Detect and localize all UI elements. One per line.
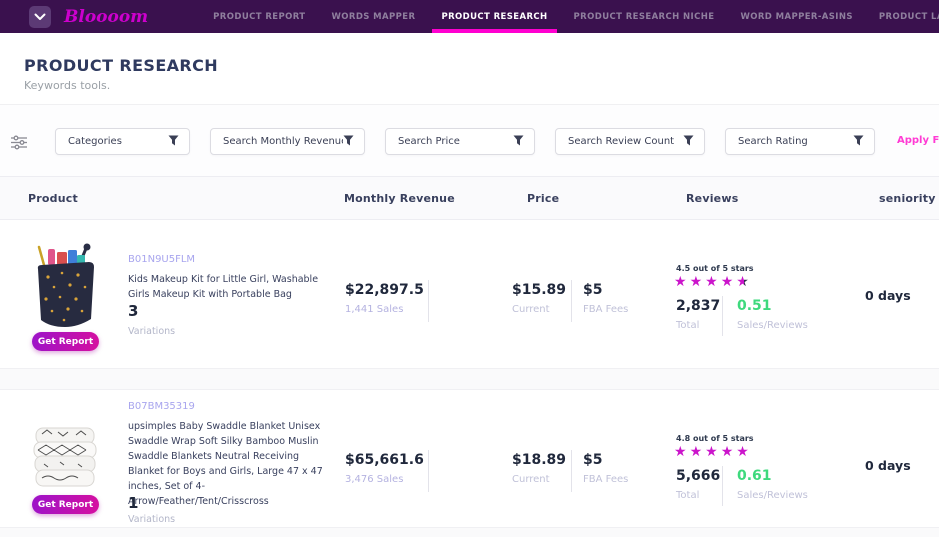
product-title: upsimples Baby Swaddle Blanket Unisex Sw… [128,419,335,509]
reviews-total-label: Total [676,490,699,501]
variations-count: 1 [128,494,138,512]
price-filter-label: Search Price [398,136,460,147]
current-price-value: $15.89 [512,282,566,298]
asin-link[interactable]: B07BM35319 [128,401,195,412]
get-report-button[interactable]: Get Report [32,495,99,514]
sales-reviews-value: 0.61 [737,468,772,484]
reviews-total-value: 5,666 [676,468,720,484]
sliders-icon[interactable] [11,135,27,154]
product-title: Kids Makeup Kit for Little Girl, Washabl… [128,272,335,302]
monthly-revenue-value: $22,897.5 [345,282,424,298]
reviews-total-value: 2,837 [676,298,720,314]
column-header-monthly-revenue: Monthly Revenue [344,192,455,205]
divider [722,296,723,336]
star-rating: ★★★★★ [674,444,752,460]
star-icon: ★ [721,444,737,460]
review-count-filter-label: Search Review Count [568,136,674,147]
current-price-label: Current [512,304,550,315]
divider [571,450,572,492]
seniority-value: 0 days [865,458,911,473]
funnel-icon [683,135,694,149]
star-icon: ★ [705,444,721,460]
product-image-makeup-kit [30,243,100,333]
apply-filter-link[interactable]: Apply Filter [897,135,939,146]
star-icon: ★ [674,274,690,290]
divider [428,450,429,492]
categories-filter-dropdown[interactable]: Categories [55,128,190,155]
variations-count: 3 [128,302,138,320]
variations-label: Variations [128,326,175,337]
categories-filter-label: Categories [68,136,122,147]
star-rating: ★★★★★ [674,274,752,290]
price-filter-dropdown[interactable]: Search Price [385,128,535,155]
top-nav: Bloooom PRODUCT REPORT WORDS MAPPER PROD… [0,0,939,33]
divider [571,280,572,322]
column-header-product: Product [28,192,78,205]
nav-item-word-mapper-asins[interactable]: WORD MAPPER-ASINS [727,0,865,33]
app-window: Bloooom PRODUCT REPORT WORDS MAPPER PROD… [0,0,939,537]
page-title: PRODUCT RESEARCH [24,56,218,75]
sales-reviews-label: Sales/Reviews [737,320,808,331]
review-count-filter-dropdown[interactable]: Search Review Count [555,128,705,155]
fba-fees-label: FBA Fees [583,304,628,315]
star-icon: ★ [736,444,752,460]
table-header: Product Monthly Revenue Price Reviews se… [0,176,939,220]
column-header-seniority: seniority [879,192,936,205]
nav-item-product-research[interactable]: PRODUCT RESEARCH [428,0,560,33]
funnel-icon [343,135,354,149]
funnel-icon [168,135,179,149]
page-subtitle: Keywords tools. [24,79,110,92]
reviews-total-label: Total [676,320,699,331]
star-icon: ★ [736,274,752,290]
monthly-revenue-filter-label: Search Monthly Revenue [223,136,343,147]
bottom-separator [0,527,939,537]
row-separator [0,368,939,390]
current-price-value: $18.89 [512,452,566,468]
brand-logo[interactable]: Bloooom [64,7,148,27]
product-image-swaddle-blankets [30,426,100,494]
variations-label: Variations [128,514,175,525]
asin-link[interactable]: B01N9U5FLM [128,254,195,265]
seniority-value: 0 days [865,288,911,303]
star-icon: ★ [705,274,721,290]
sales-count: 3,476 Sales [345,474,403,485]
fba-fees-label: FBA Fees [583,474,628,485]
chevron-down-icon [34,9,46,24]
table-row: Get Report B01N9U5FLM Kids Makeup Kit fo… [0,220,939,368]
sales-reviews-value: 0.51 [737,298,772,314]
nav-item-words-mapper[interactable]: WORDS MAPPER [319,0,429,33]
fba-fees-value: $5 [583,282,602,298]
nav-item-product-research-niche[interactable]: PRODUCT RESEARCH NICHE [561,0,728,33]
monthly-revenue-filter-dropdown[interactable]: Search Monthly Revenue [210,128,365,155]
rating-filter-label: Search Rating [738,136,808,147]
divider [722,466,723,506]
nav-menu: PRODUCT REPORT WORDS MAPPER PRODUCT RESE… [200,0,939,33]
get-report-button[interactable]: Get Report [32,332,99,351]
sales-reviews-label: Sales/Reviews [737,490,808,501]
star-icon: ★ [690,274,706,290]
monthly-revenue-value: $65,661.6 [345,452,424,468]
fba-fees-value: $5 [583,452,602,468]
nav-item-product-launcher[interactable]: PRODUCT LAUNCHER [866,0,939,33]
rating-filter-dropdown[interactable]: Search Rating [725,128,875,155]
nav-item-product-report[interactable]: PRODUCT REPORT [200,0,318,33]
rating-text: 4.8 out of 5 stars [676,434,754,443]
star-icon: ★ [674,444,690,460]
funnel-icon [513,135,524,149]
divider [428,280,429,322]
star-icon: ★ [690,444,706,460]
table-row: Get Report B07BM35319 upsimples Baby Swa… [0,390,939,527]
rating-text: 4.5 out of 5 stars [676,264,754,273]
column-header-reviews: Reviews [686,192,738,205]
current-price-label: Current [512,474,550,485]
sales-count: 1,441 Sales [345,304,403,315]
funnel-icon [853,135,864,149]
column-header-price: Price [527,192,559,205]
nav-collapse-button[interactable] [29,6,51,28]
star-icon: ★ [721,274,737,290]
